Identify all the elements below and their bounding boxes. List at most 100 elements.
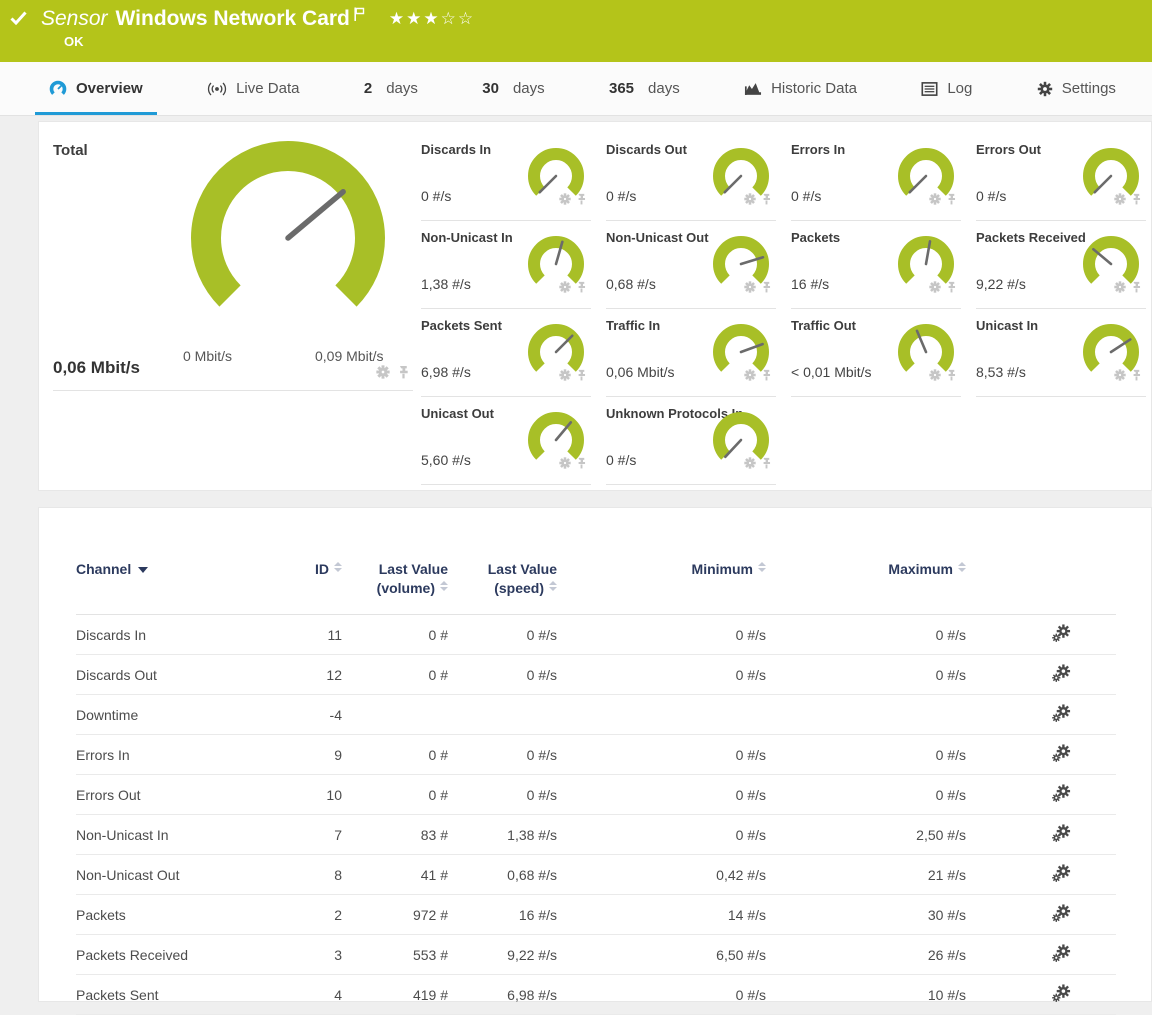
channel-gauge-cell[interactable]: Packets Sent 6,98 #/s xyxy=(421,312,591,397)
tab-bar: Overview Live Data 2 days 30 days 365 da… xyxy=(0,62,1152,116)
total-gauge-cell[interactable]: Total 0 Mbit/s 0,09 Mbit/s 0,06 Mbit/s xyxy=(53,122,413,391)
channel-settings-gear-icon[interactable] xyxy=(1052,784,1071,803)
channel-gauge-cell[interactable]: Non-Unicast Out 0,68 #/s xyxy=(606,224,776,309)
channel-pin-icon[interactable] xyxy=(946,281,957,293)
channel-settings-gear-icon[interactable] xyxy=(1052,904,1071,923)
channel-pin-icon[interactable] xyxy=(761,281,772,293)
status-check-icon xyxy=(10,11,27,25)
column-header-maximum[interactable]: Maximum xyxy=(766,538,966,615)
cell-id: 8 xyxy=(272,855,342,895)
channel-gear-icon[interactable] xyxy=(744,369,756,381)
page-title: SensorWindows Network Card xyxy=(41,5,350,33)
tab-historic-data[interactable]: Historic Data xyxy=(730,62,871,115)
channel-gear-icon[interactable] xyxy=(1114,193,1126,205)
channel-gauge-title: Packets Sent xyxy=(421,318,502,333)
cell-channel: Packets Received xyxy=(76,935,272,975)
channel-gauge-cell[interactable]: Non-Unicast In 1,38 #/s xyxy=(421,224,591,309)
table-row: Packets Sent 4 419 # 6,98 #/s 0 #/s 10 #… xyxy=(76,975,1116,1015)
total-scale-min: 0 Mbit/s xyxy=(183,348,232,364)
channel-gear-icon[interactable] xyxy=(744,281,756,293)
channel-gauge-value: < 0,01 Mbit/s xyxy=(791,364,872,380)
channel-gauge-cell[interactable]: Errors In 0 #/s xyxy=(791,136,961,221)
channel-pin-icon[interactable] xyxy=(576,193,587,205)
channel-gear-icon[interactable] xyxy=(559,193,571,205)
channel-gear-icon[interactable] xyxy=(744,193,756,205)
column-header-minimum[interactable]: Minimum xyxy=(557,538,766,615)
flag-icon[interactable] xyxy=(354,7,365,22)
cell-maximum: 21 #/s xyxy=(766,855,966,895)
total-gear-icon[interactable] xyxy=(376,365,390,379)
priority-stars[interactable]: ★★★☆☆ xyxy=(389,9,475,29)
channel-settings-gear-icon[interactable] xyxy=(1052,624,1071,643)
channel-gauge-cell[interactable]: Packets 16 #/s xyxy=(791,224,961,309)
channel-gauge-cell[interactable]: Traffic In 0,06 Mbit/s xyxy=(606,312,776,397)
channels-table-panel: Channel ID Last Value (volume) Last Valu… xyxy=(38,507,1152,1002)
channel-gauge-cell[interactable]: Packets Received 9,22 #/s xyxy=(976,224,1146,309)
channel-pin-icon[interactable] xyxy=(1131,369,1142,381)
channel-gauge-cell[interactable]: Unicast In 8,53 #/s xyxy=(976,312,1146,397)
channel-gear-icon[interactable] xyxy=(929,281,941,293)
channel-gauge-cell[interactable]: Unicast Out 5,60 #/s xyxy=(421,400,591,485)
channel-settings-gear-icon[interactable] xyxy=(1052,824,1071,843)
column-header-actions xyxy=(966,538,1116,615)
column-header-id[interactable]: ID xyxy=(272,538,342,615)
sort-caret-icon xyxy=(138,567,148,573)
channel-gear-icon[interactable] xyxy=(1114,369,1126,381)
channel-gauge-cell[interactable]: Traffic Out < 0,01 Mbit/s xyxy=(791,312,961,397)
tab-30-days[interactable]: 30 days xyxy=(468,62,558,115)
column-header-last-value-speed[interactable]: Last Value (speed) xyxy=(448,538,557,615)
channel-settings-gear-icon[interactable] xyxy=(1052,944,1071,963)
channel-settings-gear-icon[interactable] xyxy=(1052,664,1071,683)
channel-gauge-cell[interactable]: Unknown Protocols In 0 #/s xyxy=(606,400,776,485)
cell-last-volume: 0 # xyxy=(342,655,448,695)
channel-settings-gear-icon[interactable] xyxy=(1052,744,1071,763)
channel-gear-icon[interactable] xyxy=(929,193,941,205)
channel-gauge-cell[interactable]: Discards In 0 #/s xyxy=(421,136,591,221)
channel-gear-icon[interactable] xyxy=(929,369,941,381)
channel-settings-gear-icon[interactable] xyxy=(1052,704,1071,723)
channel-pin-icon[interactable] xyxy=(576,369,587,381)
column-header-channel[interactable]: Channel xyxy=(76,538,272,615)
cell-actions xyxy=(966,895,1116,935)
channel-settings-gear-icon[interactable] xyxy=(1052,864,1071,883)
channel-gear-icon[interactable] xyxy=(1114,281,1126,293)
tab-2-days[interactable]: 2 days xyxy=(350,62,432,115)
column-header-last-value-volume[interactable]: Last Value (volume) xyxy=(342,538,448,615)
channel-gauge-cell[interactable]: Discards Out 0 #/s xyxy=(606,136,776,221)
channel-gauge-title: Packets xyxy=(791,230,840,245)
channel-gear-icon[interactable] xyxy=(744,457,756,469)
channel-gear-icon[interactable] xyxy=(559,457,571,469)
channel-gauge-value: 0 #/s xyxy=(421,188,451,204)
channel-pin-icon[interactable] xyxy=(1131,193,1142,205)
channel-pin-icon[interactable] xyxy=(761,369,772,381)
cell-actions xyxy=(966,735,1116,775)
channel-gear-icon[interactable] xyxy=(559,369,571,381)
total-pin-icon[interactable] xyxy=(397,365,410,379)
channel-pin-icon[interactable] xyxy=(1131,281,1142,293)
cell-minimum: 0 #/s xyxy=(557,735,766,775)
channel-settings-gear-icon[interactable] xyxy=(1052,984,1071,1003)
channel-pin-icon[interactable] xyxy=(761,457,772,469)
channel-pin-icon[interactable] xyxy=(946,369,957,381)
cell-maximum xyxy=(766,695,966,735)
cell-minimum: 0,42 #/s xyxy=(557,855,766,895)
cell-last-volume: 553 # xyxy=(342,935,448,975)
tab-settings[interactable]: Settings xyxy=(1023,62,1130,115)
channel-gear-icon[interactable] xyxy=(559,281,571,293)
cell-id: 10 xyxy=(272,775,342,815)
tab-live-data[interactable]: Live Data xyxy=(193,62,313,115)
channel-gauge-cell[interactable]: Errors Out 0 #/s xyxy=(976,136,1146,221)
channel-pin-icon[interactable] xyxy=(761,193,772,205)
tab-overview[interactable]: Overview xyxy=(35,62,157,115)
tab-365-days[interactable]: 365 days xyxy=(595,62,694,115)
table-row: Packets Received 3 553 # 9,22 #/s 6,50 #… xyxy=(76,935,1116,975)
tab-log[interactable]: Log xyxy=(907,62,986,115)
cell-channel: Packets xyxy=(76,895,272,935)
cell-channel: Non-Unicast In xyxy=(76,815,272,855)
cell-id: 4 xyxy=(272,975,342,1015)
channel-pin-icon[interactable] xyxy=(576,281,587,293)
channel-pin-icon[interactable] xyxy=(576,457,587,469)
cell-last-volume: 83 # xyxy=(342,815,448,855)
channel-pin-icon[interactable] xyxy=(946,193,957,205)
cell-channel: Non-Unicast Out xyxy=(76,855,272,895)
